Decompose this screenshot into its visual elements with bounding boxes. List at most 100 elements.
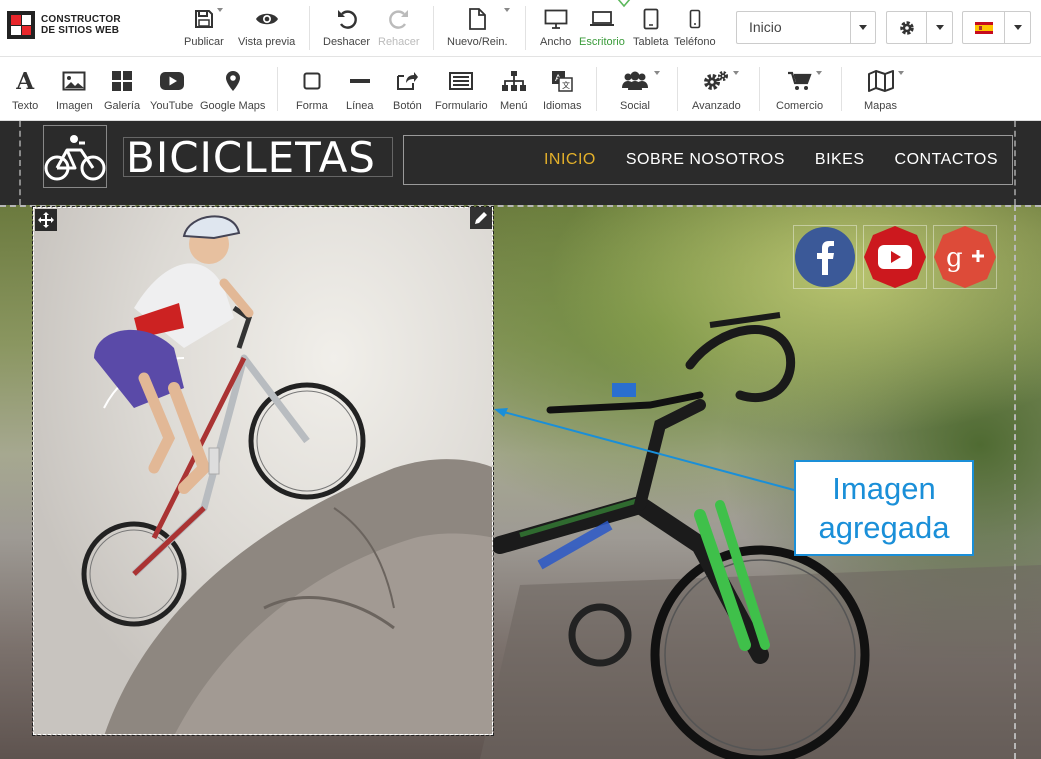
add-gallery-button[interactable]: Galería	[104, 69, 140, 112]
undo-label: Deshacer	[323, 36, 371, 48]
move-handle[interactable]	[35, 209, 57, 231]
add-maps-button[interactable]: Mapas	[864, 69, 904, 112]
chevron-down-icon	[1013, 25, 1022, 30]
element-toolbar: A Texto Imagen Galería YouTube Google Ma…	[0, 57, 1041, 121]
facebook-link[interactable]	[793, 225, 857, 289]
new-reset-label: Nuevo/Rein.	[447, 36, 508, 48]
image-icon	[62, 69, 86, 93]
annotation-line2: agregada	[818, 510, 950, 545]
eye-icon	[255, 6, 279, 32]
device-wide-button[interactable]: Ancho	[540, 6, 571, 48]
toolbar-divider	[841, 67, 842, 111]
add-button-label: Botón	[393, 100, 422, 112]
text-icon: A	[16, 67, 35, 95]
nav-item-bikes[interactable]: BIKES	[815, 151, 865, 169]
page-select[interactable]: Inicio	[736, 11, 876, 44]
site-nav-menu[interactable]: INICIO SOBRE NOSOTROS BIKES CONTACTOS	[403, 135, 1013, 185]
site-logo[interactable]	[43, 125, 107, 188]
preview-label: Vista previa	[238, 36, 296, 48]
add-youtube-label: YouTube	[150, 100, 194, 112]
device-desktop-button[interactable]: Escritorio	[579, 0, 631, 48]
guide-line-left	[19, 121, 21, 205]
youtube-link[interactable]	[863, 225, 927, 289]
monitor-icon	[544, 6, 568, 32]
gallery-icon	[112, 69, 133, 93]
publish-button[interactable]: Publicar	[184, 6, 224, 48]
add-text-button[interactable]: A Texto	[12, 67, 39, 113]
gear-icon	[887, 12, 927, 43]
add-image-button[interactable]: Imagen	[56, 69, 93, 112]
add-languages-label: Idiomas	[543, 100, 582, 112]
spain-flag-icon	[963, 12, 1005, 43]
nav-item-sobre-nosotros[interactable]: SOBRE NOSOTROS	[626, 151, 785, 169]
add-menu-button[interactable]: Menú	[500, 69, 528, 112]
add-button-button[interactable]: Botón	[393, 69, 422, 112]
pencil-icon	[475, 212, 487, 224]
advanced-caret-icon	[733, 71, 740, 75]
add-text-label: Texto	[12, 100, 39, 112]
add-youtube-button[interactable]: YouTube	[150, 69, 193, 112]
app-logo-mark	[7, 11, 35, 39]
top-toolbar: CONSTRUCTOR DE SITIOS WEB Publicar Vista…	[0, 0, 1041, 57]
add-commerce-label: Comercio	[776, 100, 824, 112]
add-advanced-button[interactable]: Avanzado	[692, 69, 741, 112]
annotation-line1: Imagen	[832, 471, 936, 506]
device-phone-button[interactable]: Teléfono	[674, 6, 716, 48]
add-line-button[interactable]: Línea	[346, 69, 374, 112]
add-line-label: Línea	[346, 100, 374, 112]
add-shape-button[interactable]: Forma	[296, 69, 328, 112]
editor-canvas[interactable]: BICICLETAS INICIO SOBRE NOSOTROS BIKES C…	[0, 121, 1041, 759]
add-form-button[interactable]: Formulario	[435, 69, 488, 112]
device-desktop-label: Escritorio	[579, 36, 625, 48]
settings-dropdown-toggle[interactable]	[927, 12, 952, 43]
toolbar-divider	[277, 67, 278, 111]
facebook-icon	[795, 227, 855, 287]
add-social-label: Social	[620, 100, 650, 112]
new-reset-button[interactable]: Nuevo/Rein.	[447, 6, 511, 48]
add-commerce-button[interactable]: Comercio	[776, 69, 823, 112]
add-google-maps-button[interactable]: Google Maps	[200, 69, 265, 112]
guide-line-right	[1014, 205, 1016, 759]
svg-text:g: g	[946, 243, 963, 273]
publish-label: Publicar	[184, 36, 224, 48]
bicycle-logo-icon	[44, 134, 106, 180]
page-select-toggle[interactable]	[850, 12, 875, 43]
device-phone-label: Teléfono	[674, 36, 716, 48]
commerce-caret-icon	[815, 71, 822, 75]
shape-icon	[303, 69, 321, 93]
device-tablet-button[interactable]: Tableta	[633, 6, 668, 48]
guide-line-right	[1014, 121, 1016, 205]
form-icon	[449, 69, 474, 93]
language-dropdown-toggle[interactable]	[1005, 12, 1030, 43]
undo-button[interactable]: Deshacer	[323, 6, 370, 48]
share-button-icon	[396, 69, 419, 93]
hero-section[interactable]: g Imagen agregada	[0, 205, 1041, 759]
add-shape-label: Forma	[296, 100, 328, 112]
redo-button[interactable]: Rehacer	[378, 6, 420, 48]
sitemap-icon	[501, 69, 526, 93]
googleplus-link[interactable]: g	[933, 225, 997, 289]
undo-icon	[336, 6, 358, 32]
page-select-value: Inicio	[749, 19, 782, 35]
edit-image-button[interactable]	[470, 207, 492, 229]
device-wide-label: Ancho	[540, 36, 572, 48]
youtube-icon	[864, 226, 926, 288]
annotation-callout: Imagen agregada	[794, 460, 974, 556]
chevron-down-icon	[935, 25, 944, 30]
add-languages-button[interactable]: A文 Idiomas	[543, 69, 582, 112]
site-header[interactable]: BICICLETAS INICIO SOBRE NOSOTROS BIKES C…	[0, 121, 1041, 205]
language-button[interactable]	[962, 11, 1031, 44]
add-image-label: Imagen	[56, 100, 93, 112]
nav-item-contactos[interactable]: CONTACTOS	[895, 151, 998, 169]
shopping-cart-icon	[787, 69, 822, 93]
site-title[interactable]: BICICLETAS	[123, 137, 393, 179]
add-gallery-label: Galería	[104, 100, 141, 112]
app-logo: CONSTRUCTOR DE SITIOS WEB	[7, 11, 121, 39]
nav-item-inicio[interactable]: INICIO	[544, 151, 596, 169]
add-social-button[interactable]: Social	[620, 69, 660, 112]
settings-button[interactable]	[886, 11, 953, 44]
added-image-element[interactable]	[32, 206, 494, 736]
toolbar-divider	[677, 67, 678, 111]
move-arrows-icon	[38, 212, 54, 228]
preview-button[interactable]: Vista previa	[238, 6, 295, 48]
